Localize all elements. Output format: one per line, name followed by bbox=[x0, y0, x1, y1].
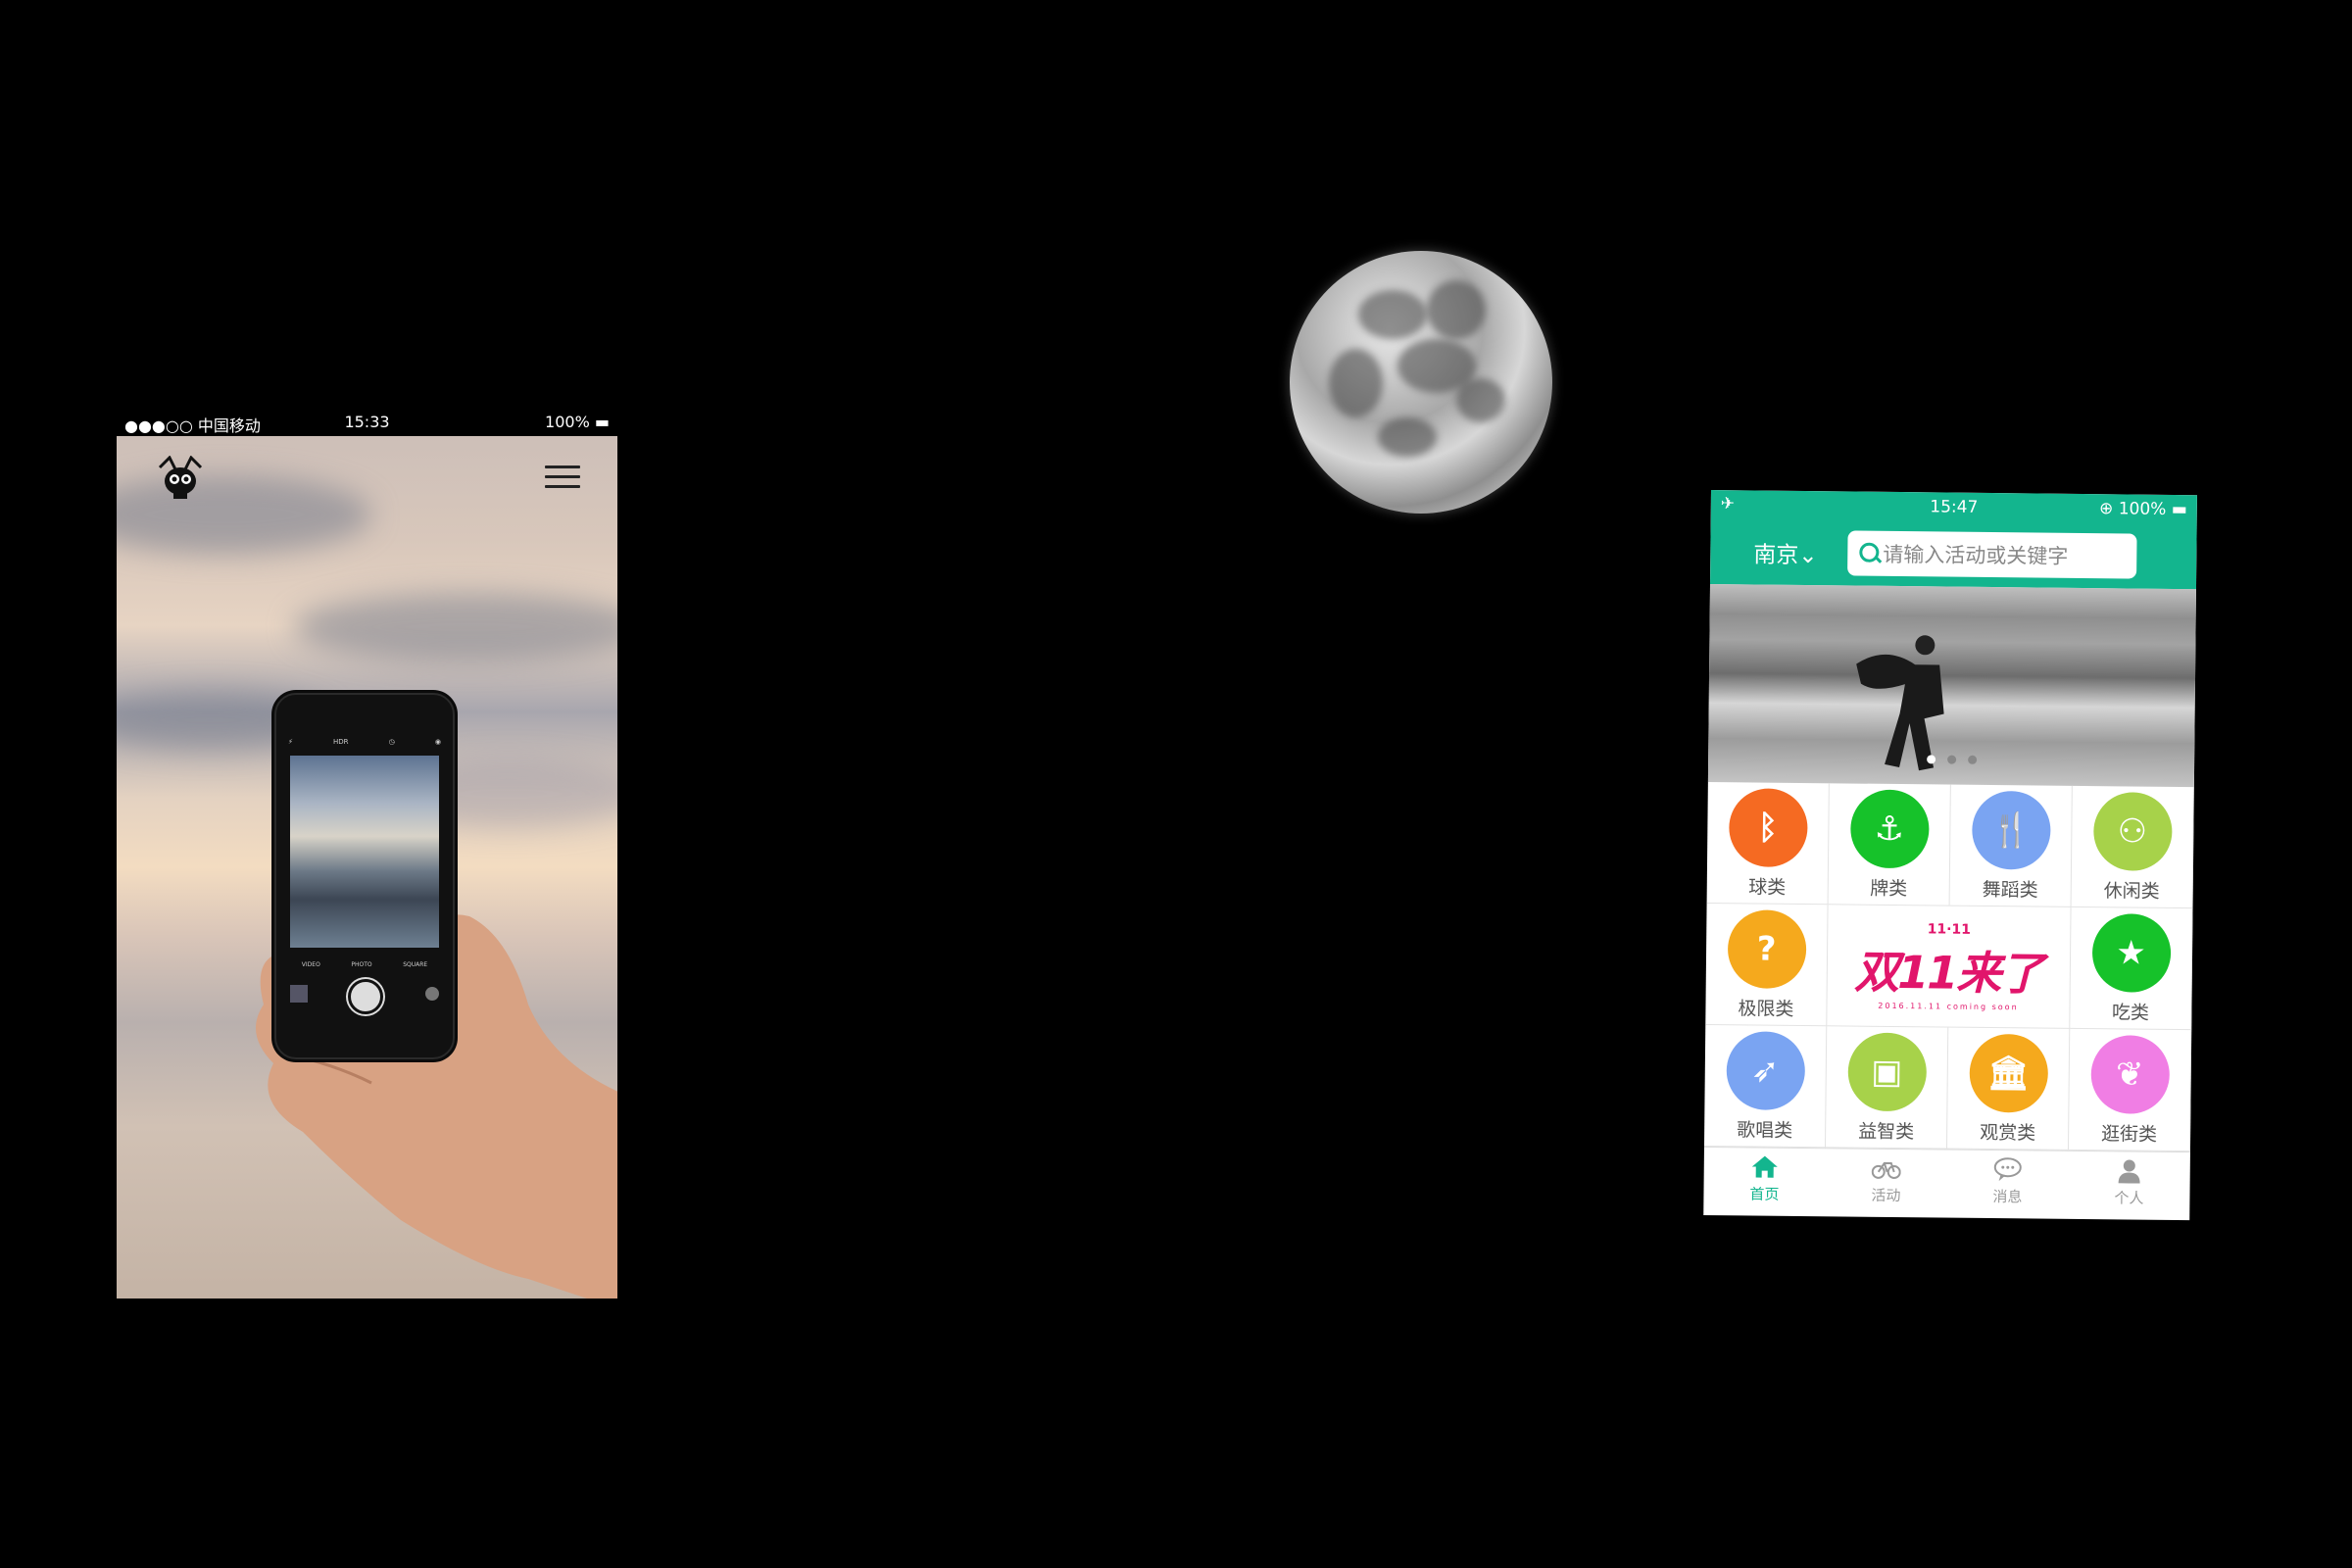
camera-topbar: ⚡ HDR ◷ ◉ bbox=[288, 738, 441, 746]
cloud bbox=[117, 475, 371, 554]
promo-subtitle: 2016.11.11 coming soon bbox=[1878, 1001, 2019, 1012]
app-logo-icon[interactable] bbox=[156, 456, 205, 501]
category-leisure[interactable]: ⚇ 休闲类 bbox=[2071, 785, 2194, 909]
category-label: 歌唱类 bbox=[1737, 1119, 1793, 1142]
banner-carousel[interactable] bbox=[1707, 583, 2196, 788]
status-time: 15:33 bbox=[344, 413, 390, 431]
category-label: 球类 bbox=[1748, 876, 1787, 899]
camera-viewfinder-image bbox=[290, 756, 439, 948]
category-cards[interactable]: ⚓ 牌类 bbox=[1828, 783, 1951, 906]
tab-label: 首页 bbox=[1749, 1185, 1780, 1203]
tab-activities[interactable]: 活动 bbox=[1825, 1149, 1947, 1218]
battery-label: 100% ▬ bbox=[545, 413, 610, 431]
tab-label: 活动 bbox=[1871, 1186, 1901, 1205]
star-icon: ★ bbox=[2091, 913, 2171, 993]
chevron-down-icon: ⌄ bbox=[1798, 542, 1818, 569]
chat-icon bbox=[1993, 1157, 2022, 1182]
category-ball[interactable]: ᛒ 球类 bbox=[1706, 781, 1830, 906]
promo-banner[interactable]: 11·11 双11来了 2016.11.11 coming soon bbox=[1827, 905, 2072, 1029]
home-icon bbox=[1751, 1155, 1778, 1178]
tab-profile[interactable]: 个人 bbox=[2068, 1152, 2190, 1220]
cutlery-icon: 🍴 bbox=[1971, 790, 2051, 870]
shutter-button bbox=[348, 979, 383, 1014]
category-shopping[interactable]: ❦ 逛街类 bbox=[2068, 1028, 2192, 1152]
status-bar: ●●●○○ 中国移动 15:33 100% ▬ bbox=[117, 409, 617, 436]
cloud bbox=[293, 593, 617, 662]
left-phone-mockup: ●●●○○ 中国移动 15:33 100% ▬ ⚡ HDR ◷ ◉ VIDEO PHOT… bbox=[117, 409, 617, 1298]
museum-icon: 🏛 bbox=[1968, 1033, 2048, 1113]
tab-label: 消息 bbox=[1992, 1188, 2023, 1206]
category-watching[interactable]: 🏛 观赏类 bbox=[1946, 1027, 2071, 1151]
camera-modes: VIDEO PHOTO SQUARE bbox=[301, 961, 428, 968]
category-label: 舞蹈类 bbox=[1982, 878, 2038, 902]
hamburger-menu-icon[interactable] bbox=[545, 466, 580, 491]
city-selector[interactable]: 南京⌄ bbox=[1753, 535, 1818, 569]
banner-person-image bbox=[1856, 635, 1944, 771]
search-icon bbox=[1859, 542, 1880, 563]
category-label: 逛街类 bbox=[2101, 1123, 2158, 1146]
splash-background: ⚡ HDR ◷ ◉ VIDEO PHOTO SQUARE bbox=[117, 436, 617, 1298]
category-singing[interactable]: ➶ 歌唱类 bbox=[1703, 1024, 1828, 1149]
search-input[interactable]: 请输入活动或关键字 bbox=[1847, 530, 2137, 579]
category-extreme[interactable]: ? 极限类 bbox=[1705, 903, 1829, 1027]
briefcase-icon: ▣ bbox=[1846, 1032, 1927, 1112]
category-label: 益智类 bbox=[1858, 1120, 1915, 1144]
leaf-icon: ❦ bbox=[2089, 1035, 2170, 1114]
category-label: 休闲类 bbox=[2103, 880, 2160, 903]
category-label: 吃类 bbox=[2111, 1002, 2150, 1024]
search-placeholder: 请输入活动或关键字 bbox=[1883, 542, 2069, 568]
right-phone-mockup: ✈ 15:47 ⊕ 100% ▬ 南京⌄ 请输入活动或关键字 ᛒ 球类 ⚓ 牌类… bbox=[1703, 490, 2197, 1221]
status-bar: ✈ 15:47 ⊕ 100% ▬ bbox=[1711, 490, 2197, 522]
tab-label: 个人 bbox=[2114, 1189, 2144, 1207]
bluetooth-icon: ᛒ bbox=[1728, 788, 1808, 868]
question-icon: ? bbox=[1727, 909, 1807, 990]
held-phone: ⚡ HDR ◷ ◉ VIDEO PHOTO SQUARE bbox=[274, 693, 455, 1059]
battery-label: ⊕ 100% ▬ bbox=[2098, 499, 2187, 520]
anchor-icon: ⚓ bbox=[1849, 789, 1930, 869]
rocket-icon: ➶ bbox=[1725, 1031, 1805, 1111]
tab-messages[interactable]: 消息 bbox=[1946, 1151, 2069, 1220]
category-label: 极限类 bbox=[1738, 998, 1794, 1020]
category-puzzle[interactable]: ▣ 益智类 bbox=[1825, 1026, 1949, 1150]
tab-home[interactable]: 首页 bbox=[1703, 1148, 1826, 1217]
bicycle-icon bbox=[1871, 1161, 1901, 1179]
category-grid: ᛒ 球类 ⚓ 牌类 🍴 舞蹈类 ⚇ 休闲类 ? 极限类 11·11 双11来了 … bbox=[1703, 781, 2194, 1152]
flip-camera-icon bbox=[425, 987, 439, 1001]
category-label: 牌类 bbox=[1870, 877, 1908, 901]
thumbnail bbox=[290, 985, 308, 1003]
promo-title: 双11来了 bbox=[1854, 945, 2043, 1001]
category-label: 观赏类 bbox=[1980, 1121, 2036, 1145]
user-icon bbox=[2118, 1159, 2140, 1184]
promo-tag: 11·11 bbox=[1927, 921, 1972, 938]
moon-image bbox=[1290, 251, 1552, 514]
group-icon: ⚇ bbox=[2092, 792, 2173, 871]
category-food[interactable]: ★ 吃类 bbox=[2070, 906, 2193, 1031]
category-dance[interactable]: 🍴 舞蹈类 bbox=[1949, 784, 2073, 907]
city-label: 南京 bbox=[1753, 542, 1799, 568]
bottom-tab-bar: 首页 活动 消息 个人 bbox=[1703, 1146, 2190, 1221]
app-header: ✈ 15:47 ⊕ 100% ▬ 南京⌄ 请输入活动或关键字 bbox=[1709, 490, 2197, 590]
